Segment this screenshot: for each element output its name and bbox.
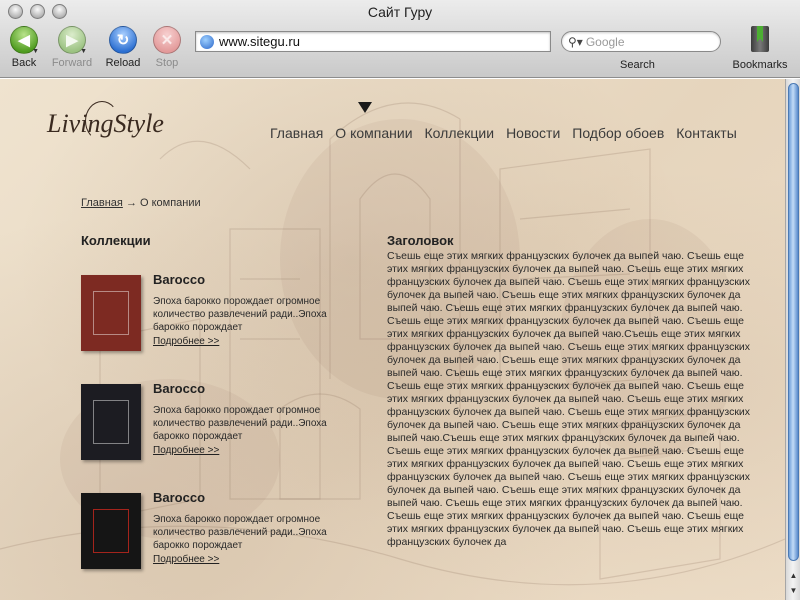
article-title: Заголовок (387, 233, 454, 248)
stop-label: Stop (155, 57, 179, 69)
collection-description: Эпоха барокко порождает огромное количес… (153, 296, 327, 333)
reload-button[interactable]: ↻ Reload (101, 26, 145, 69)
cover-emblem (93, 400, 129, 444)
cover-emblem (93, 291, 129, 335)
nav-item-contacts[interactable]: Контакты (676, 125, 736, 141)
nav-item-collections[interactable]: Коллекции (425, 125, 495, 141)
forward-button[interactable]: ▶ ▼ Forward (50, 26, 94, 69)
back-arrow-icon: ◀ ▼ (10, 26, 39, 55)
collections-list: Barocco Эпоха барокко порождает огромное… (81, 272, 331, 599)
breadcrumb-current: О компании (140, 197, 201, 209)
address-bar[interactable]: www.sitegu.ru (195, 31, 551, 52)
bookmarks-button[interactable]: Bookmarks (728, 26, 792, 71)
collection-item: Barocco Эпоха барокко порождает огромное… (81, 381, 331, 490)
address-url[interactable]: www.sitegu.ru (219, 34, 300, 49)
page-viewport: LivingStyle Главная О компании Коллекции… (0, 79, 785, 600)
title-bar: Сайт Гуру (0, 0, 800, 24)
scroll-down-arrow-icon[interactable]: ▼ (786, 583, 800, 598)
back-label: Back (11, 57, 37, 69)
stop-button[interactable]: ✕ Stop (145, 26, 189, 69)
collection-more-link[interactable]: Подробнее >> (153, 336, 219, 347)
collections-heading: Коллекции (81, 233, 151, 248)
search-field[interactable]: ⚲▾ (561, 31, 721, 52)
collection-description: Эпоха барокко порождает огромное количес… (153, 405, 327, 442)
article-body: Съешь еще этих мягких французских булоче… (387, 250, 751, 548)
forward-label: Forward (51, 57, 93, 69)
site-logo[interactable]: LivingStyle (47, 101, 167, 153)
collection-cover-image[interactable] (81, 493, 141, 569)
cover-emblem (93, 509, 129, 553)
window-title: Сайт Гуру (367, 4, 433, 20)
book-icon (751, 26, 769, 52)
collection-item: Barocco Эпоха барокко порождает огромное… (81, 272, 331, 381)
collection-title[interactable]: Barocco (153, 490, 205, 505)
collection-title[interactable]: Barocco (153, 381, 205, 396)
collection-title[interactable]: Barocco (153, 272, 205, 287)
collection-description: Эпоха барокко порождает огромное количес… (153, 514, 327, 551)
search-label: Search (620, 59, 655, 71)
reload-icon: ↻ (109, 26, 137, 54)
stop-x-icon: ✕ (153, 26, 181, 54)
search-input[interactable] (585, 34, 706, 49)
collection-cover-image[interactable] (81, 384, 141, 460)
vertical-scrollbar[interactable]: ▲ ▼ (785, 79, 800, 600)
forward-arrow-icon: ▶ ▼ (58, 26, 87, 55)
breadcrumb-separator: → (125, 197, 137, 209)
breadcrumb-home-link[interactable]: Главная (81, 197, 123, 209)
breadcrumb: Главная → О компании (81, 197, 201, 209)
collection-more-link[interactable]: Подробнее >> (153, 554, 219, 565)
nav-item-news[interactable]: Новости (506, 125, 560, 141)
magnifier-icon[interactable]: ⚲▾ (568, 35, 583, 49)
browser-toolbar: Сайт Гуру ◀ ▼ Back ▶ ▼ Forward ↻ Reload ✕ … (0, 0, 800, 78)
back-button[interactable]: ◀ ▼ Back (2, 26, 46, 69)
bookmarks-label: Bookmarks (732, 59, 788, 71)
collection-cover-image[interactable] (81, 275, 141, 351)
reload-label: Reload (105, 57, 141, 69)
nav-item-wallpaper-selection[interactable]: Подбор обоев (572, 125, 664, 141)
nav-item-about[interactable]: О компании (335, 125, 412, 141)
scrollbar-thumb[interactable] (788, 83, 799, 561)
nav-item-home[interactable]: Главная (270, 125, 323, 141)
active-nav-marker-icon (358, 102, 372, 113)
collection-more-link[interactable]: Подробнее >> (153, 445, 219, 456)
globe-icon (200, 34, 214, 49)
logo-flourish (85, 101, 119, 141)
main-nav: Главная О компании Коллекции Новости Под… (270, 125, 737, 141)
scroll-up-arrow-icon[interactable]: ▲ (786, 568, 800, 583)
collection-item: Barocco Эпоха барокко порождает огромное… (81, 490, 331, 599)
